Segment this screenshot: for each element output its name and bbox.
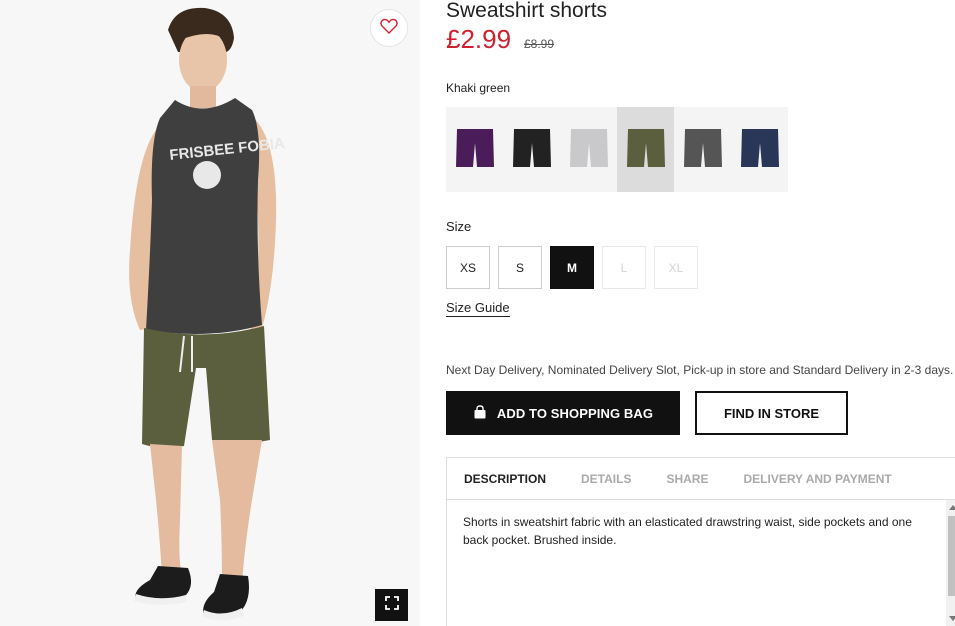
- size-guide-link[interactable]: Size Guide: [446, 300, 510, 317]
- add-to-bag-button[interactable]: ADD TO SHOPPING BAG: [446, 391, 680, 435]
- size-option-m[interactable]: M: [550, 246, 594, 289]
- tab-description[interactable]: DESCRIPTION: [464, 472, 546, 486]
- scroll-thumb[interactable]: [948, 516, 955, 596]
- swatch-light-grey[interactable]: [560, 107, 617, 192]
- size-option-s[interactable]: S: [498, 246, 542, 289]
- selected-color-label: Khaki green: [446, 81, 511, 95]
- size-option-xl: XL: [654, 246, 698, 289]
- expand-icon: [384, 595, 399, 615]
- delivery-note: Next Day Delivery, Nominated Delivery Sl…: [446, 363, 954, 377]
- swatch-black[interactable]: [503, 107, 560, 192]
- product-description: Shorts in sweatshirt fabric with an elas…: [463, 515, 912, 547]
- old-price: £8.99: [524, 37, 555, 51]
- shorts-thumbnail: [683, 128, 722, 167]
- shorts-thumbnail: [512, 128, 551, 167]
- find-in-store-button[interactable]: FIND IN STORE: [695, 391, 848, 435]
- shopping-bag-icon: [473, 404, 487, 422]
- swatch-purple[interactable]: [446, 107, 503, 192]
- tab-details[interactable]: DETAILS: [581, 472, 631, 486]
- scroll-down-arrow-icon[interactable]: [949, 616, 955, 621]
- product-info-tabs: DESCRIPTION DETAILS SHARE DELIVERY AND P…: [446, 457, 955, 626]
- current-price: £2.99: [446, 24, 512, 54]
- tab-bar: DESCRIPTION DETAILS SHARE DELIVERY AND P…: [447, 458, 955, 500]
- size-option-xs[interactable]: XS: [446, 246, 490, 289]
- tab-share[interactable]: SHARE: [666, 472, 708, 486]
- scroll-up-arrow-icon[interactable]: [949, 505, 955, 510]
- swatch-dark-grey[interactable]: [674, 107, 731, 192]
- swatch-navy[interactable]: [731, 107, 788, 192]
- size-label: Size: [446, 219, 472, 234]
- size-option-l: L: [602, 246, 646, 289]
- tab-delivery-and-payment[interactable]: DELIVERY AND PAYMENT: [743, 472, 891, 486]
- shorts-thumbnail: [626, 128, 665, 167]
- swatch-khaki-green[interactable]: [617, 107, 674, 192]
- shorts-thumbnail: [455, 128, 494, 167]
- model-photo: FRISBEE FOBIA: [0, 0, 420, 626]
- tab-content: Shorts in sweatshirt fabric with an elas…: [447, 500, 955, 626]
- scrollbar[interactable]: [946, 500, 955, 626]
- shorts-thumbnail: [740, 128, 779, 167]
- size-selector: XS S M L XL: [446, 246, 698, 289]
- shorts-thumbnail: [569, 128, 608, 167]
- color-swatches: [446, 107, 788, 192]
- favorite-button[interactable]: [370, 9, 408, 47]
- heart-icon: [380, 18, 398, 39]
- product-title: Sweatshirt shorts: [446, 0, 608, 22]
- add-to-bag-label: ADD TO SHOPPING BAG: [496, 405, 654, 421]
- product-image[interactable]: FRISBEE FOBIA: [0, 0, 420, 626]
- fullscreen-button[interactable]: [375, 589, 408, 621]
